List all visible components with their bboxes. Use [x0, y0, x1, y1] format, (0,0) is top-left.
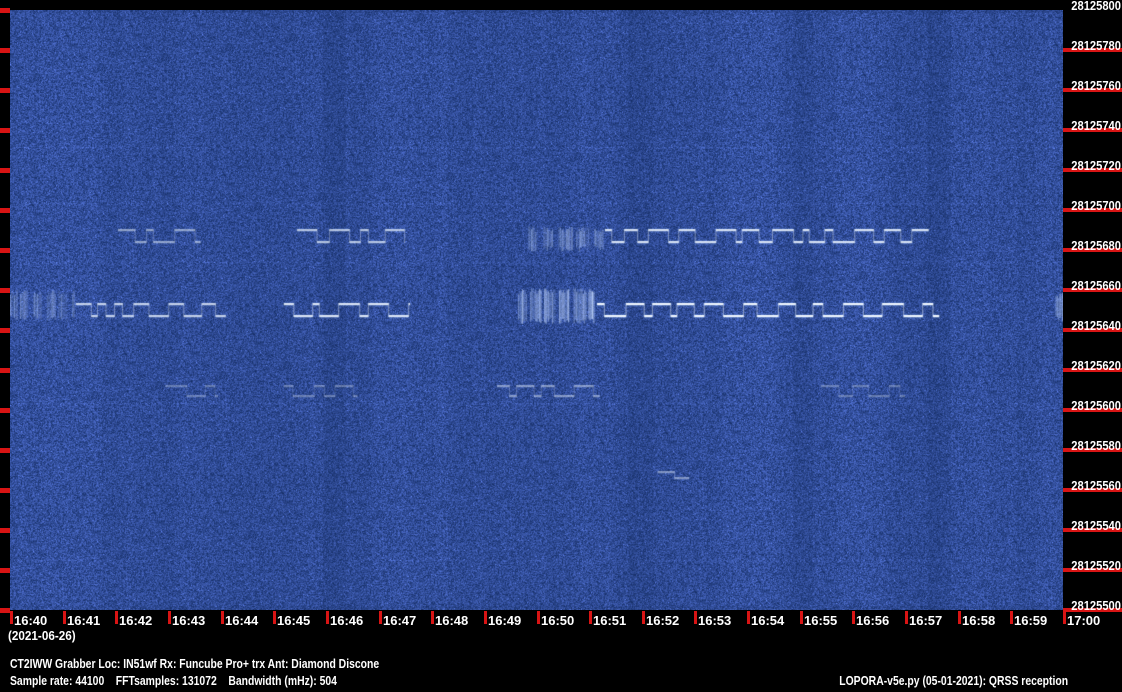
freq-tick-label: 28125620 [1071, 358, 1121, 373]
time-tick-mark [326, 611, 329, 624]
time-tick-mark [63, 611, 66, 624]
freq-left-tick-mark [0, 488, 10, 493]
time-tick-mark [589, 611, 592, 624]
freq-tick-label: 28125660 [1071, 278, 1121, 293]
freq-left-tick-mark [0, 408, 10, 413]
spectrogram-canvas [10, 10, 1063, 610]
freq-tick-label: 28125600 [1071, 398, 1121, 413]
time-tick-mark [115, 611, 118, 624]
freq-tick-label: 28125680 [1071, 238, 1121, 253]
time-tick-mark [1063, 611, 1066, 624]
time-tick-label: 16:55 [804, 613, 838, 628]
time-tick-label: 16:49 [488, 613, 522, 628]
time-tick-mark [800, 611, 803, 624]
freq-tick-label: 28125540 [1071, 518, 1121, 533]
time-tick-mark [1010, 611, 1013, 624]
station-info-line: CT2IWW Grabber Loc: IN51wf Rx: Funcube P… [10, 656, 380, 671]
freq-left-tick-mark [0, 88, 10, 93]
freq-tick-label: 28125560 [1071, 478, 1121, 493]
time-tick-label: 16:56 [856, 613, 890, 628]
time-tick-mark [273, 611, 276, 624]
qrss-grabber-screenshot: 28125800 28125780 28125760 28125740 28125720… [0, 0, 1122, 692]
time-tick-mark [10, 611, 13, 624]
freq-left-tick-mark [0, 568, 10, 573]
time-tick-mark [168, 611, 171, 624]
freq-left-tick-mark [0, 368, 10, 373]
time-tick-label: 16:58 [962, 613, 996, 628]
freq-tick-label: 28125780 [1071, 38, 1121, 53]
time-tick-label: 16:44 [225, 613, 259, 628]
time-tick-label: 16:40 [14, 613, 48, 628]
freq-left-tick-mark [0, 248, 10, 253]
freq-tick-label: 28125760 [1071, 78, 1121, 93]
time-tick-label: 17:00 [1067, 613, 1101, 628]
time-tick-mark [958, 611, 961, 624]
time-tick-label: 16:43 [172, 613, 206, 628]
time-tick-mark [642, 611, 645, 624]
time-tick-mark [852, 611, 855, 624]
time-tick-mark [694, 611, 697, 624]
time-tick-label: 16:41 [67, 613, 101, 628]
freq-left-tick-mark [0, 448, 10, 453]
time-tick-mark [905, 611, 908, 624]
freq-tick-label: 28125700 [1071, 198, 1121, 213]
date-label: (2021-06-26) [8, 628, 76, 643]
freq-left-tick-mark [0, 208, 10, 213]
time-tick-mark [221, 611, 224, 624]
freq-left-tick-mark [0, 128, 10, 133]
time-tick-label: 16:57 [909, 613, 943, 628]
time-tick-label: 16:59 [1014, 613, 1048, 628]
time-tick-label: 16:50 [541, 613, 575, 628]
freq-left-tick-mark [0, 48, 10, 53]
time-tick-mark [379, 611, 382, 624]
time-tick-label: 16:42 [119, 613, 153, 628]
time-tick-label: 16:48 [435, 613, 469, 628]
time-tick-label: 16:45 [277, 613, 311, 628]
time-tick-mark [431, 611, 434, 624]
time-tick-label: 16:47 [383, 613, 417, 628]
time-tick-label: 16:54 [751, 613, 785, 628]
freq-tick-label: 28125800 [1071, 0, 1121, 13]
freq-tick-label: 28125580 [1071, 438, 1121, 453]
freq-tick-label: 28125500 [1071, 598, 1121, 613]
receiver-settings-line: Sample rate: 44100 FFTsamples: 131072 Ba… [10, 673, 337, 688]
freq-tick-label: 28125740 [1071, 118, 1121, 133]
freq-left-tick-mark [0, 168, 10, 173]
freq-left-tick-mark [0, 8, 10, 13]
software-credit-line: LOPORA-v5e.py (05-01-2021): QRSS recepti… [839, 673, 1068, 688]
time-tick-label: 16:46 [330, 613, 364, 628]
freq-tick-label: 28125720 [1071, 158, 1121, 173]
freq-tick-label: 28125640 [1071, 318, 1121, 333]
freq-left-tick-mark [0, 328, 10, 333]
time-tick-label: 16:51 [593, 613, 627, 628]
time-tick-label: 16:53 [698, 613, 732, 628]
time-tick-mark [484, 611, 487, 624]
freq-left-tick-mark [0, 288, 10, 293]
freq-left-tick-mark [0, 528, 10, 533]
freq-left-tick-mark [0, 608, 10, 613]
time-tick-label: 16:52 [646, 613, 680, 628]
time-tick-mark [747, 611, 750, 624]
freq-tick-label: 28125520 [1071, 558, 1121, 573]
time-tick-mark [537, 611, 540, 624]
